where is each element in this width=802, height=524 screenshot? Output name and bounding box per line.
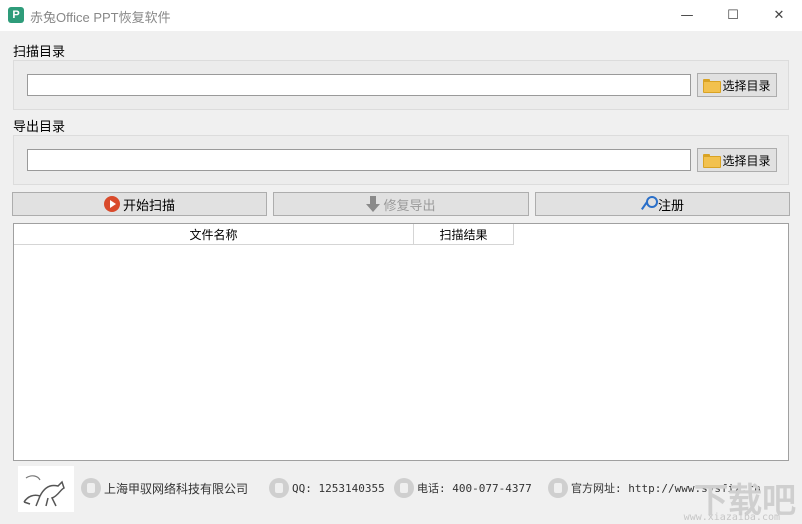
register-button[interactable]: 注册 — [535, 192, 790, 216]
title-bar: P 赤兔Office PPT恢复软件 — ☐ ✕ — [0, 0, 802, 31]
phone-icon — [394, 478, 414, 498]
scan-dir-browse-button[interactable]: 选择目录 — [697, 73, 777, 97]
scan-dir-label: 扫描目录 — [13, 45, 66, 60]
results-table[interactable]: 文件名称 扫描结果 — [13, 223, 789, 461]
app-logo-icon: P — [8, 7, 24, 23]
start-scan-button[interactable]: 开始扫描 — [12, 192, 267, 216]
scan-dir-group: 选择目录 — [13, 60, 789, 110]
company-name: 上海甲驭网络科技有限公司 — [104, 481, 249, 496]
export-dir-input[interactable] — [27, 149, 691, 171]
qq-info: QQ: 1253140355 — [269, 478, 385, 498]
download-arrow-icon — [366, 196, 381, 212]
company-info: 上海甲驭网络科技有限公司 — [81, 478, 248, 498]
scan-dir-input[interactable] — [27, 74, 691, 96]
phone-number: 电话: 400-077-4377 — [417, 482, 532, 495]
folder-icon — [703, 79, 722, 93]
table-header: 文件名称 扫描结果 — [14, 224, 514, 245]
folder-icon — [703, 154, 722, 168]
qq-penguin-icon — [269, 478, 289, 498]
company-logo — [18, 466, 74, 512]
scan-dir-browse-label: 选择目录 — [722, 78, 771, 93]
globe-icon — [548, 478, 568, 498]
repair-export-label: 修复导出 — [383, 198, 436, 214]
horse-logo-icon — [23, 475, 65, 507]
column-header-result[interactable]: 扫描结果 — [414, 224, 514, 245]
repair-export-button[interactable]: 修复导出 — [273, 192, 529, 216]
phone-info: 电话: 400-077-4377 — [394, 478, 532, 498]
qq-number: QQ: 1253140355 — [292, 481, 385, 495]
play-icon — [103, 196, 120, 212]
minimize-button[interactable]: — — [664, 0, 710, 31]
close-button[interactable]: ✕ — [756, 0, 802, 31]
column-header-filename[interactable]: 文件名称 — [14, 224, 414, 245]
building-icon — [81, 478, 101, 498]
maximize-button[interactable]: ☐ — [710, 0, 756, 31]
footer: 上海甲驭网络科技有限公司 QQ: 1253140355 电话: 400-077-… — [13, 464, 789, 514]
key-icon — [641, 196, 658, 212]
start-scan-label: 开始扫描 — [122, 198, 175, 214]
window-title: 赤兔Office PPT恢复软件 — [30, 10, 171, 25]
register-label: 注册 — [657, 198, 684, 214]
watermark-url: www.xiazaiba.com — [683, 512, 780, 523]
export-dir-label: 导出目录 — [13, 120, 66, 135]
export-dir-group: 选择目录 — [13, 135, 789, 185]
export-dir-browse-button[interactable]: 选择目录 — [697, 148, 777, 172]
export-dir-browse-label: 选择目录 — [722, 153, 771, 168]
